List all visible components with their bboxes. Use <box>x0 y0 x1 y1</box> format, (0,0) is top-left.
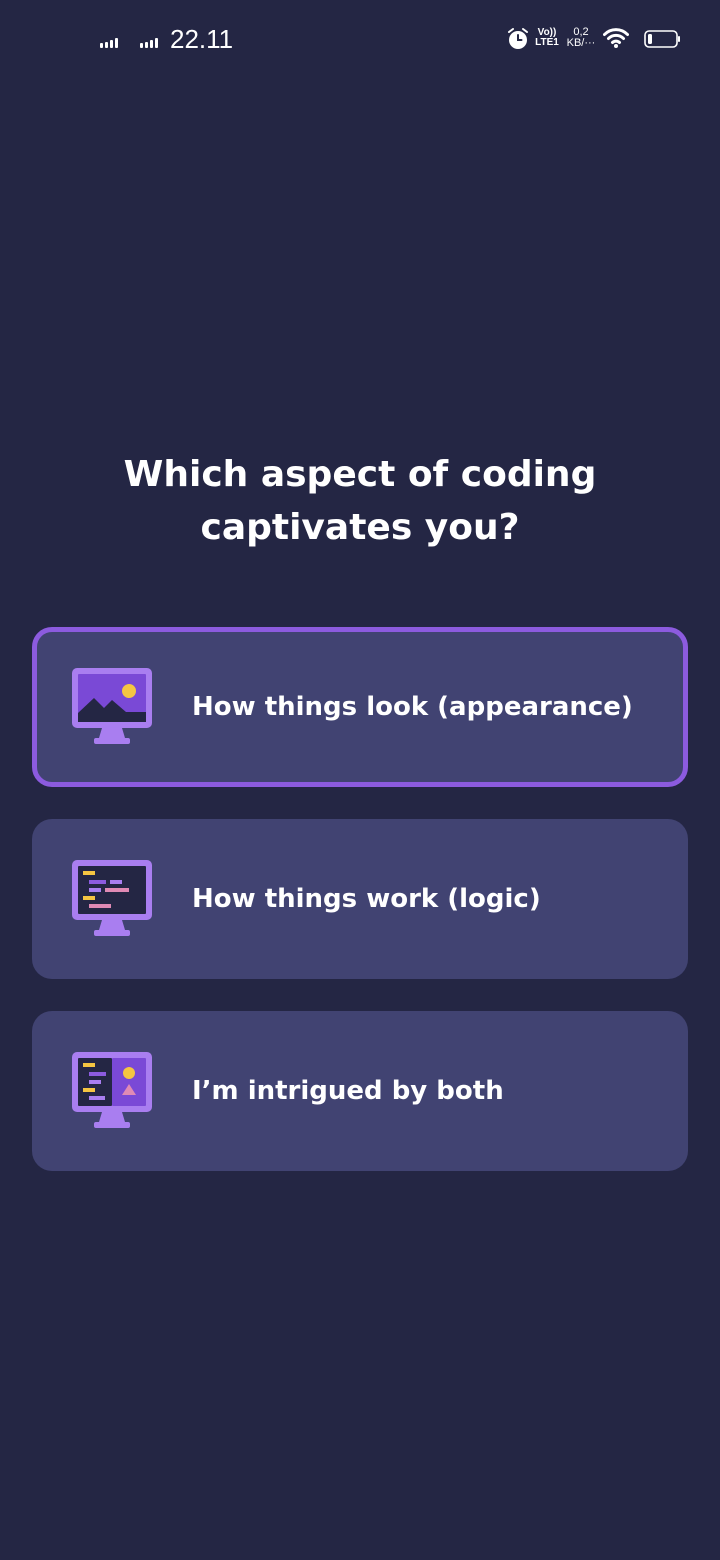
option-label: I’m intrigued by both <box>192 1076 504 1106</box>
status-bar: 22.11 Vo)) LTE1 0,2 KB/··· <box>0 0 720 80</box>
battery-icon <box>644 30 680 48</box>
option-label: How things look (appearance) <box>192 692 633 722</box>
wifi-icon <box>603 28 629 48</box>
question-heading: Which aspect of coding captivates you? <box>123 454 597 548</box>
alarm-clock-icon <box>508 28 528 49</box>
option-logic[interactable]: How things work (logic) <box>32 819 688 979</box>
monitor-code-and-image-icon <box>72 1052 152 1128</box>
option-both[interactable]: I’m intrigued by both <box>32 1011 688 1171</box>
signal-strength-icon <box>140 37 158 48</box>
option-label: How things work (logic) <box>192 884 541 914</box>
status-time: 22.11 <box>170 24 234 54</box>
monitor-code-icon <box>72 860 152 936</box>
monitor-image-icon <box>72 668 152 744</box>
signal-strength-icon <box>100 37 118 48</box>
option-appearance[interactable]: How things look (appearance) <box>32 627 688 787</box>
lte-label: LTE1 <box>535 37 559 48</box>
volte-indicator: Vo)) LTE1 <box>534 28 560 48</box>
network-speed-unit: KB/··· <box>566 37 596 49</box>
network-speed: 0,2 KB/··· <box>565 27 597 49</box>
